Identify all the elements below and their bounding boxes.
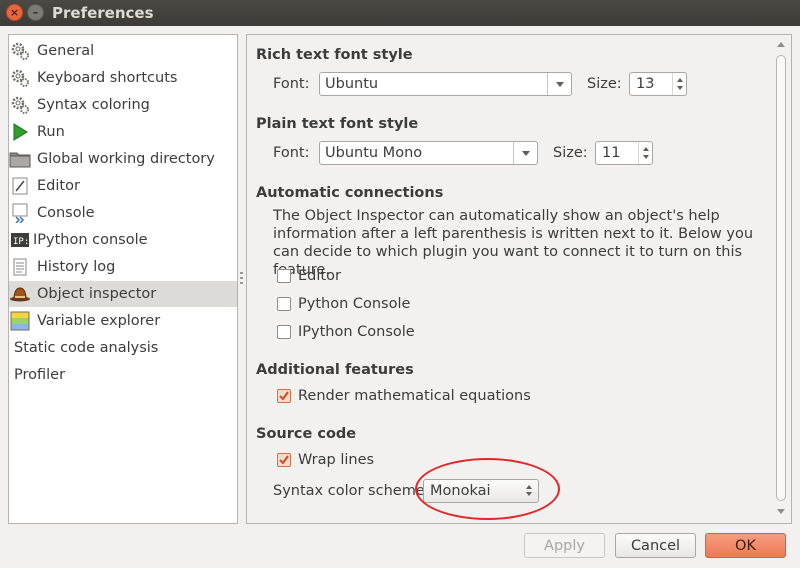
sidebar-item-label: Object inspector bbox=[37, 286, 157, 302]
folder-icon bbox=[9, 148, 31, 170]
editor-connection-checkbox[interactable]: Editor bbox=[277, 268, 341, 284]
apply-button-label: Apply bbox=[544, 537, 585, 554]
sidebar-item-variable-explorer[interactable]: Variable explorer bbox=[9, 308, 237, 334]
cancel-button-label: Cancel bbox=[630, 537, 681, 554]
variable-explorer-icon bbox=[9, 310, 31, 332]
sidebar-item-label: Console bbox=[37, 205, 95, 221]
gear-icon bbox=[9, 40, 31, 62]
plain-font-value: Ubuntu Mono bbox=[325, 145, 423, 161]
sidebar-item-label: Keyboard shortcuts bbox=[37, 70, 178, 86]
plain-size-spinbox[interactable]: 11 bbox=[595, 141, 653, 165]
sidebar-item-editor[interactable]: Editor bbox=[9, 173, 237, 199]
spin-arrows-icon bbox=[672, 73, 686, 95]
sidebar-item-run[interactable]: Run bbox=[9, 119, 237, 145]
scroll-down-icon[interactable] bbox=[777, 509, 785, 514]
plain-size-label: Size: bbox=[553, 145, 588, 161]
checkbox-box[interactable] bbox=[277, 269, 291, 283]
chevron-down-icon bbox=[547, 73, 571, 95]
rich-font-label: Font: bbox=[273, 76, 310, 92]
gear-icon bbox=[9, 67, 31, 89]
sidebar-item-global-working-directory[interactable]: Global working directory bbox=[9, 146, 237, 172]
minimize-window-button[interactable]: – bbox=[27, 4, 44, 21]
additional-features-title: Additional features bbox=[256, 362, 414, 378]
sidebar-item-console[interactable]: Console bbox=[9, 200, 237, 226]
apply-button[interactable]: Apply bbox=[524, 533, 605, 558]
checkbox-box[interactable] bbox=[277, 453, 291, 467]
rich-size-label: Size: bbox=[587, 76, 622, 92]
sidebar-item-keyboard-shortcuts[interactable]: Keyboard shortcuts bbox=[9, 65, 237, 91]
checkmark-icon bbox=[279, 391, 289, 401]
sidebar-item-history-log[interactable]: History log bbox=[9, 254, 237, 280]
checkbox-box[interactable] bbox=[277, 389, 291, 403]
rich-size-spinbox[interactable]: 13 bbox=[629, 72, 687, 96]
checkbox-label: Render mathematical equations bbox=[298, 388, 531, 404]
ipython-console-connection-checkbox[interactable]: IPython Console bbox=[277, 324, 415, 340]
editor-icon bbox=[9, 175, 31, 197]
checkbox-box[interactable] bbox=[277, 297, 291, 311]
automatic-connections-description: The Object Inspector can automatically s… bbox=[273, 208, 754, 278]
window-title: Preferences bbox=[52, 4, 154, 22]
sidebar-item-general[interactable]: General bbox=[9, 38, 237, 64]
wrap-lines-checkbox[interactable]: Wrap lines bbox=[277, 452, 374, 468]
select-arrows-icon bbox=[526, 485, 532, 496]
spin-arrows-icon bbox=[638, 142, 652, 164]
syntax-scheme-select[interactable]: Monokai bbox=[423, 479, 539, 503]
rich-font-combo[interactable]: Ubuntu bbox=[319, 72, 572, 96]
history-icon bbox=[9, 256, 31, 278]
object-inspector-icon bbox=[9, 283, 31, 305]
checkbox-label: Python Console bbox=[298, 296, 411, 312]
console-icon bbox=[9, 202, 31, 224]
svg-text:IP:: IP: bbox=[13, 237, 29, 247]
python-console-connection-checkbox[interactable]: Python Console bbox=[277, 296, 410, 312]
automatic-connections-title: Automatic connections bbox=[256, 185, 444, 201]
sidebar-item-static-code-analysis[interactable]: Static code analysis bbox=[9, 335, 237, 361]
panel-splitter-handle[interactable] bbox=[240, 272, 244, 286]
syntax-scheme-value: Monokai bbox=[430, 483, 491, 499]
close-window-button[interactable]: × bbox=[6, 4, 23, 21]
ok-button-label: OK bbox=[735, 537, 756, 554]
sidebar-item-label: Editor bbox=[37, 178, 80, 194]
rich-font-value: Ubuntu bbox=[325, 76, 379, 92]
checkbox-box[interactable] bbox=[277, 325, 291, 339]
plain-font-label: Font: bbox=[273, 145, 310, 161]
sidebar-item-label: Global working directory bbox=[37, 151, 215, 167]
sidebar-item-label: Static code analysis bbox=[14, 340, 159, 356]
cancel-button[interactable]: Cancel bbox=[615, 533, 696, 558]
sidebar-item-label: Variable explorer bbox=[37, 313, 161, 329]
run-play-icon bbox=[9, 121, 31, 143]
source-code-title: Source code bbox=[256, 426, 357, 442]
sidebar-item-profiler[interactable]: Profiler bbox=[9, 362, 237, 388]
syntax-scheme-label: Syntax color scheme: bbox=[273, 483, 430, 499]
render-math-checkbox[interactable]: Render mathematical equations bbox=[277, 388, 531, 404]
ok-button[interactable]: OK bbox=[705, 533, 786, 558]
checkbox-label: Wrap lines bbox=[298, 452, 375, 468]
object-inspector-settings-panel: Rich text font style Font: Ubuntu Size: … bbox=[246, 34, 792, 524]
scroll-up-icon[interactable] bbox=[777, 42, 785, 47]
sidebar-item-ipython-console[interactable]: IP: IPython console bbox=[9, 227, 237, 253]
checkbox-label: IPython Console bbox=[298, 324, 415, 340]
sidebar-item-label: History log bbox=[37, 259, 116, 275]
ipython-icon: IP: bbox=[11, 229, 29, 251]
vertical-scrollbar[interactable] bbox=[775, 39, 787, 519]
sidebar-item-object-inspector[interactable]: Object inspector bbox=[9, 281, 237, 307]
rich-size-value: 13 bbox=[636, 76, 655, 92]
scrollbar-thumb[interactable] bbox=[776, 55, 786, 501]
plain-font-combo[interactable]: Ubuntu Mono bbox=[319, 141, 538, 165]
sidebar-item-label: IPython console bbox=[33, 232, 148, 248]
checkbox-label: Editor bbox=[298, 268, 341, 284]
gear-icon bbox=[9, 94, 31, 116]
title-bar: × – Preferences bbox=[0, 0, 800, 26]
sidebar-item-label: General bbox=[37, 43, 95, 59]
plain-size-value: 11 bbox=[602, 145, 621, 161]
sidebar-item-label: Profiler bbox=[14, 367, 66, 383]
checkmark-icon bbox=[279, 455, 289, 465]
plain-text-section-title: Plain text font style bbox=[256, 116, 419, 132]
sidebar-item-label: Run bbox=[37, 124, 65, 140]
chevron-down-icon bbox=[513, 142, 537, 164]
preferences-sidebar: General Keyboard shortcuts Syntax colori… bbox=[8, 34, 238, 524]
sidebar-item-label: Syntax coloring bbox=[37, 97, 150, 113]
sidebar-item-syntax-coloring[interactable]: Syntax coloring bbox=[9, 92, 237, 118]
rich-text-section-title: Rich text font style bbox=[256, 47, 413, 63]
